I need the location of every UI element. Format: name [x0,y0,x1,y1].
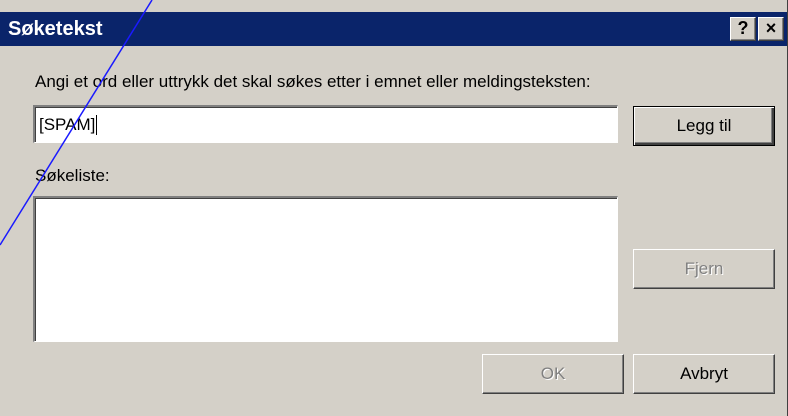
search-text-dialog: Søketekst ? × Angi et ord eller uttrykk … [0,0,788,416]
title-bar[interactable]: Søketekst ? × [0,12,787,46]
search-text-input[interactable]: [SPAM] [33,105,618,143]
help-button[interactable]: ? [730,17,756,41]
close-icon: × [765,18,777,38]
help-icon: ? [737,18,749,38]
close-button[interactable]: × [758,17,784,41]
search-prompt-label: Angi et ord eller uttrykk det skal søkes… [35,72,591,91]
add-button[interactable]: Legg til [633,106,775,146]
cancel-button[interactable]: Avbryt [633,354,775,394]
search-list-label: Søkeliste: [35,166,110,185]
text-caret [96,115,98,135]
search-text-value: [SPAM] [39,115,96,134]
ok-button[interactable]: OK [482,354,624,394]
remove-button[interactable]: Fjern [633,249,775,289]
window-title: Søketekst [8,18,103,40]
search-list[interactable] [33,196,618,342]
